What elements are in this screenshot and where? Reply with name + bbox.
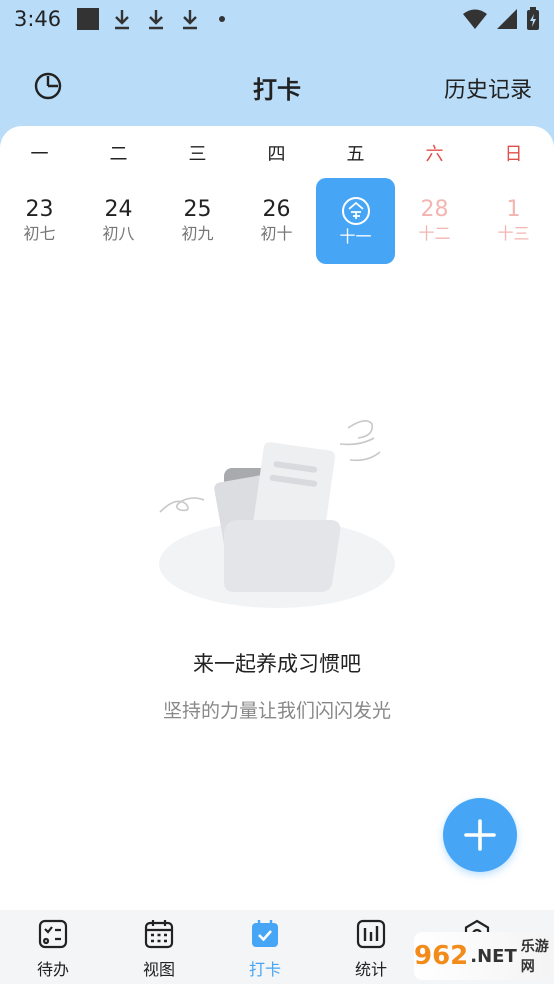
lunar-date: 初九 xyxy=(181,224,214,243)
date-cell[interactable]: 26 初十 xyxy=(237,178,316,262)
date-cell[interactable]: 28 十二 xyxy=(395,178,474,262)
calendar-view-icon xyxy=(144,920,174,949)
lunar-date: 初七 xyxy=(23,224,56,243)
empty-state-title: 来一起养成习惯吧 xyxy=(193,652,361,676)
plus-icon xyxy=(464,819,496,851)
weekday-label: 一 xyxy=(30,144,49,165)
signal-icon xyxy=(497,9,517,29)
weekday-label: 日 xyxy=(504,144,523,165)
date-number: 24 xyxy=(104,197,133,222)
nav-item-todo[interactable]: 待办 xyxy=(0,910,106,984)
nav-label: 统计 xyxy=(354,960,387,979)
clock-icon[interactable] xyxy=(32,70,64,102)
date-cell-today[interactable]: 十一 xyxy=(316,178,395,264)
lunar-date: 初十 xyxy=(260,224,293,243)
date-number: 26 xyxy=(262,197,291,222)
weekday-row: 一 二 三 四 五 六 日 xyxy=(0,140,554,165)
weekday-label: 四 xyxy=(267,144,286,165)
watermark-text: 乐游网 xyxy=(520,939,549,975)
lunar-date: 十三 xyxy=(497,224,530,243)
date-cell[interactable]: 24 初八 xyxy=(79,178,158,262)
nav-item-checkin[interactable]: 打卡 xyxy=(212,910,318,984)
app-header: 打卡 历史记录 xyxy=(0,58,554,116)
nav-item-view[interactable]: 视图 xyxy=(106,910,212,984)
nav-label: 视图 xyxy=(142,960,175,979)
main-card: 一 二 三 四 五 六 日 23 初七 24 初八 25 初九 26 初十 十一… xyxy=(0,126,554,910)
weekday-label: 六 xyxy=(425,144,444,165)
empty-state-subtitle: 坚持的力量让我们闪闪发光 xyxy=(162,700,391,722)
today-icon xyxy=(341,196,370,225)
weekday-label: 三 xyxy=(188,144,207,165)
weekday-label: 五 xyxy=(346,144,365,165)
date-number: 25 xyxy=(183,197,212,222)
lunar-date: 十二 xyxy=(418,224,451,243)
status-bar: 3:46 xyxy=(0,0,554,38)
watermark-brand: 962 xyxy=(414,941,469,971)
lunar-date: 初八 xyxy=(102,224,135,243)
notification-app-icon xyxy=(77,8,100,30)
date-number: 23 xyxy=(25,197,54,222)
nav-label: 待办 xyxy=(36,960,69,979)
history-button[interactable]: 历史记录 xyxy=(444,72,532,104)
download-icon xyxy=(115,10,130,30)
date-cell[interactable]: 23 初七 xyxy=(0,178,79,262)
stats-icon xyxy=(356,919,386,949)
nav-label: 打卡 xyxy=(248,960,281,979)
download-icon xyxy=(183,10,198,30)
lunar-date: 十一 xyxy=(339,226,372,246)
empty-folder-illustration xyxy=(159,420,395,608)
wifi-icon xyxy=(463,9,487,29)
checkin-icon xyxy=(252,920,278,947)
date-row: 23 初七 24 初八 25 初九 26 初十 十一 28 十二 1 十三 xyxy=(0,178,554,264)
weekday-label: 二 xyxy=(109,144,128,165)
date-cell[interactable]: 25 初九 xyxy=(158,178,237,262)
watermark-logo: 962 .NET 乐游网 xyxy=(414,932,550,980)
todo-list-icon xyxy=(38,919,68,949)
status-time: 3:46 xyxy=(14,7,62,31)
date-number: 1 xyxy=(506,197,521,222)
download-icon xyxy=(149,10,164,30)
more-notifications-icon xyxy=(219,16,226,22)
date-number: 28 xyxy=(420,197,449,222)
watermark-suffix: .NET xyxy=(470,945,517,967)
add-habit-button[interactable] xyxy=(443,798,517,872)
date-cell[interactable]: 1 十三 xyxy=(474,178,553,262)
page-title: 打卡 xyxy=(253,75,301,104)
battery-icon xyxy=(527,7,539,30)
nav-item-stats[interactable]: 统计 xyxy=(318,910,424,984)
